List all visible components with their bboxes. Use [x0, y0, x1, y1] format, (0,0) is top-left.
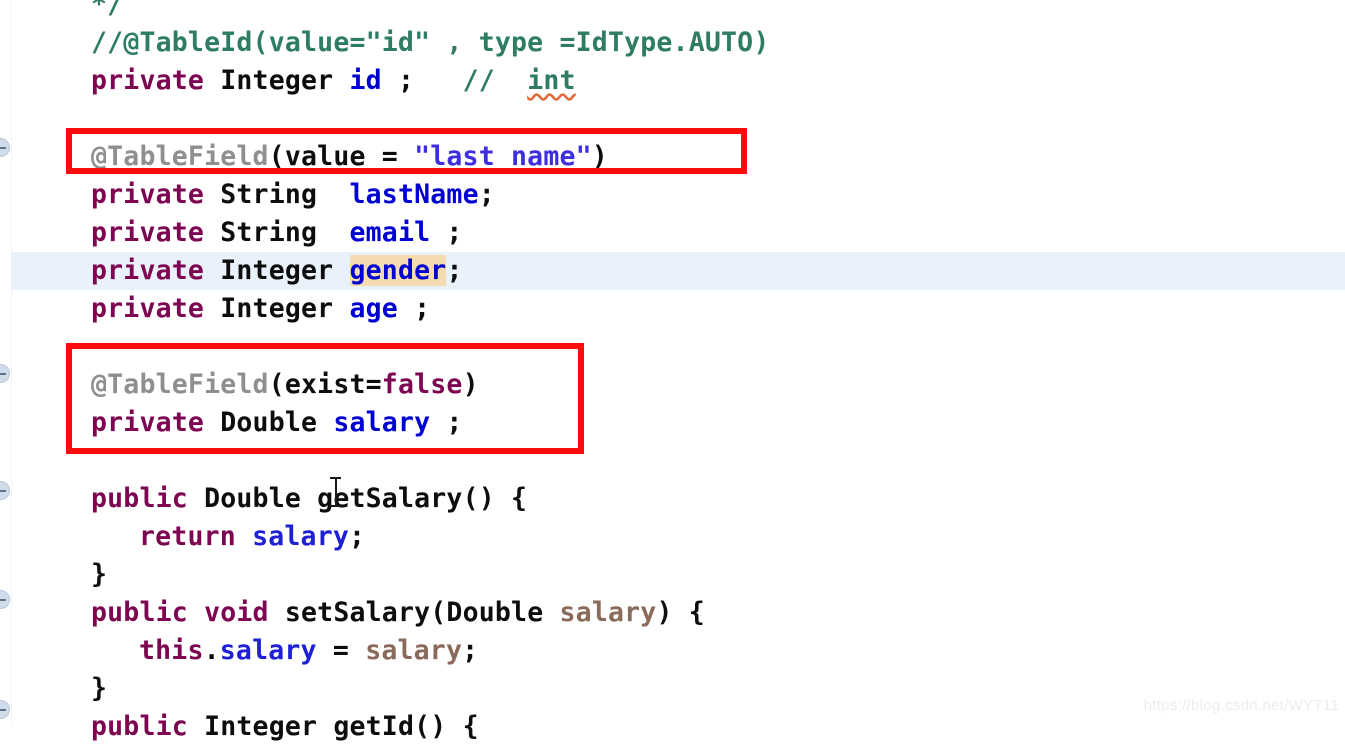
line-assign-salary[interactable]: this.salary = salary;	[0, 632, 1345, 670]
token-comment: //@TableId(value="id" , type =IdType.AUT…	[91, 27, 770, 58]
line-field-age[interactable]: private Integer age ;	[0, 290, 1345, 328]
token-punctuation: setSalary(	[268, 597, 447, 628]
line-annotation-tablefield-exist[interactable]: @TableField(exist=false)	[0, 366, 1345, 404]
token-punctuation: ;	[430, 407, 463, 438]
token-identifier: id	[349, 65, 382, 96]
line-method-setsalary[interactable]: public void setSalary(Double salary) {	[0, 594, 1345, 632]
line-field-email[interactable]: private String email ;	[0, 214, 1345, 252]
token-identifier: age	[349, 293, 398, 324]
token-keyword: private	[91, 65, 205, 96]
token-punctuation: ;	[430, 217, 463, 248]
line-field-id[interactable]: private Integer id ; // int	[0, 62, 1345, 100]
token-keyword: private	[91, 255, 205, 286]
token-punctuation: (value =	[268, 141, 415, 172]
token-comment: */	[91, 0, 124, 20]
token-keyword: public	[91, 711, 188, 742]
token-keyword: private	[91, 217, 205, 248]
line-blank-1[interactable]	[0, 100, 1345, 138]
token-annotation: @TableField	[91, 141, 269, 172]
token-field: salary	[219, 635, 317, 666]
token-keyword: public	[91, 597, 188, 628]
code-editor-viewport[interactable]: */ //@TableId(value="id" , type =IdType.A…	[0, 0, 1345, 742]
token-type: String	[220, 179, 318, 210]
line-annotation-tablefield-value[interactable]: @TableField(value = "last_name")	[0, 138, 1345, 176]
token-punctuation: =	[316, 635, 366, 666]
token-keyword: this	[139, 635, 204, 666]
token-type: String	[220, 217, 318, 248]
token-string: "last_name"	[414, 141, 592, 172]
token-annotation: @TableField	[91, 369, 269, 400]
token-punctuation: getSalary() {	[301, 483, 528, 514]
token-identifier: lastName	[349, 179, 479, 210]
token-type: Double	[446, 597, 544, 628]
token-identifier: email	[349, 217, 431, 248]
token-keyword: public	[91, 483, 188, 514]
token-keyword: return	[139, 521, 236, 552]
line-method-getsalary[interactable]: public Double getSalary() {	[0, 480, 1345, 518]
line-close-getsalary[interactable]: }	[0, 556, 1345, 594]
token-punctuation: }	[91, 559, 108, 590]
token-type: Double	[220, 407, 318, 438]
line-field-salary[interactable]: private Double salary ;	[0, 404, 1345, 442]
token-keyword: private	[91, 293, 205, 324]
token-type: Integer	[220, 255, 334, 286]
token-keyword: private	[91, 407, 205, 438]
token-parameter: salary	[559, 597, 657, 628]
token-keyword: void	[204, 597, 269, 628]
line-comment-end[interactable]: */	[0, 0, 1345, 24]
token-punctuation: ;	[349, 521, 366, 552]
token-punctuation: )	[591, 141, 608, 172]
line-blank-2[interactable]	[0, 328, 1345, 366]
token-parameter: salary	[365, 635, 463, 666]
line-return-salary[interactable]: return salary;	[0, 518, 1345, 556]
token-type: Double	[204, 483, 302, 514]
code-lines-container[interactable]: */ //@TableId(value="id" , type =IdType.A…	[0, 0, 1345, 742]
token-punctuation: getId() {	[317, 711, 479, 742]
token-punctuation: ;	[462, 635, 479, 666]
watermark-text: https://blog.csdn.net/WYT11	[1143, 697, 1339, 714]
token-type: Integer	[204, 711, 318, 742]
line-blank-3[interactable]	[0, 442, 1345, 480]
token-punctuation: ;	[478, 179, 495, 210]
token-identifier: salary	[333, 407, 431, 438]
token-punctuation: }	[91, 673, 108, 704]
token-punctuation: .	[203, 635, 220, 666]
line-field-gender[interactable]: private Integer gender;	[11, 252, 1345, 290]
token-punctuation: ;	[446, 255, 463, 286]
token-punctuation: ;	[397, 293, 431, 324]
token-keyword: false	[381, 369, 463, 400]
token-keyword: private	[91, 179, 205, 210]
token-type: Integer	[220, 65, 334, 96]
token-identifier-highlighted: gender	[349, 255, 447, 286]
line-tableid-commented[interactable]: //@TableId(value="id" , type =IdType.AUT…	[0, 24, 1345, 62]
line-field-lastname[interactable]: private String lastName;	[0, 176, 1345, 214]
token-punctuation: (exist=	[268, 369, 382, 400]
token-comment: //	[462, 65, 528, 96]
token-punctuation: ;	[381, 65, 415, 96]
token-punctuation: )	[462, 369, 479, 400]
token-field: salary	[252, 521, 350, 552]
token-punctuation: ) {	[656, 597, 705, 628]
token-type: Integer	[220, 293, 334, 324]
token-comment-typo: int	[527, 65, 576, 96]
